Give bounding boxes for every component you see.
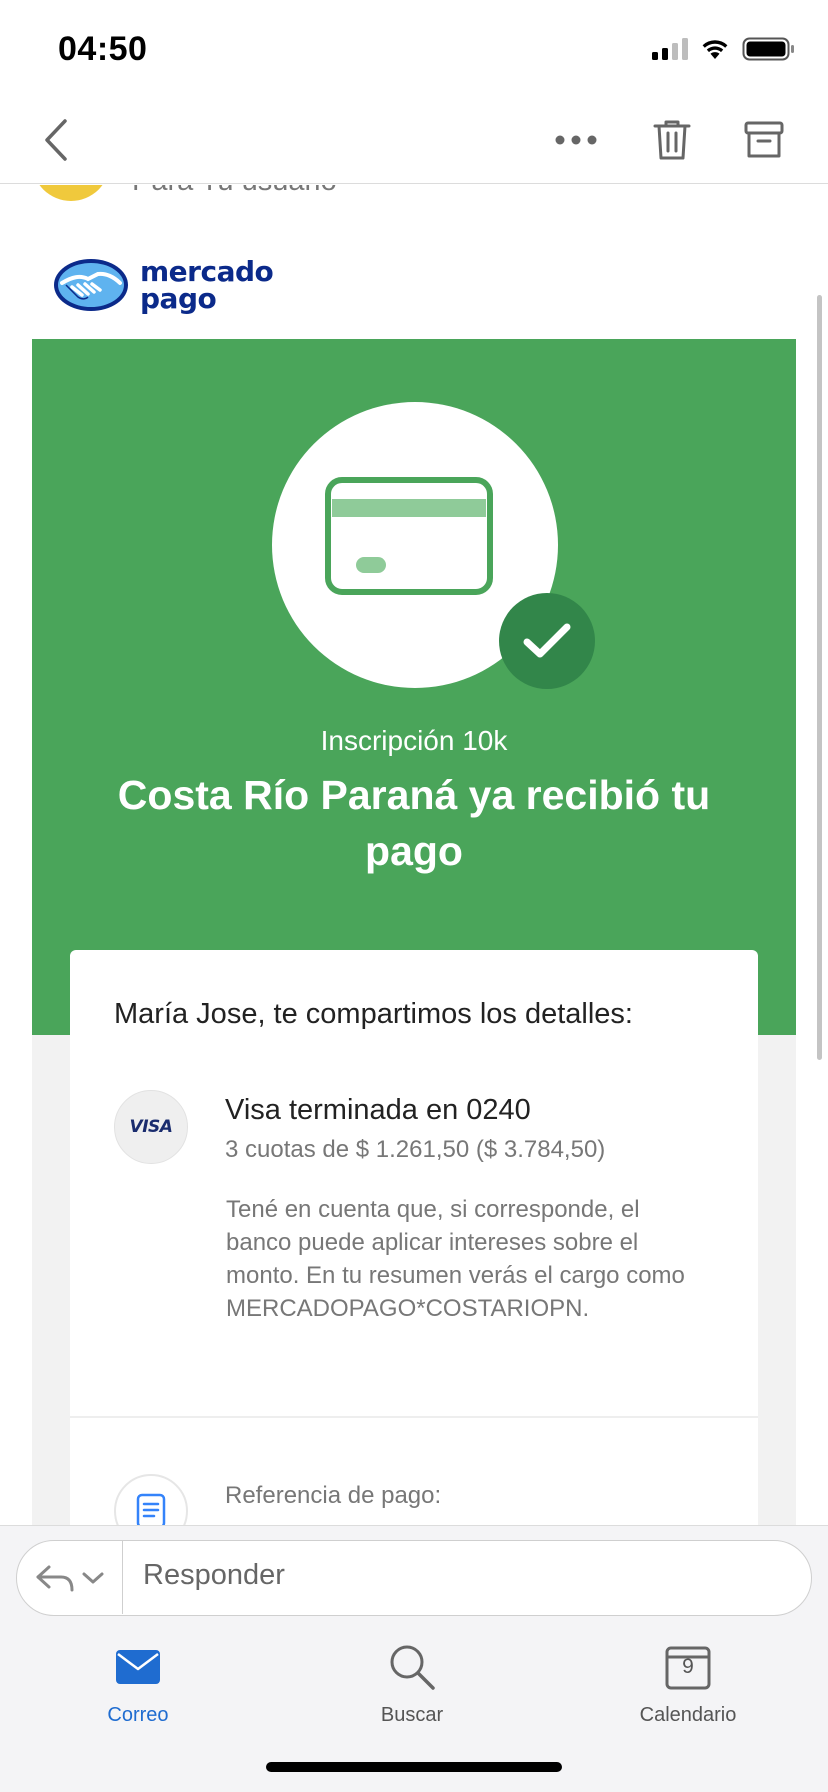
sender-avatar [32,185,110,201]
home-indicator [266,1762,562,1772]
tab-label-calendario: Calendario [639,1704,737,1726]
more-options-button[interactable] [546,110,606,170]
visa-logo-icon: VISA [114,1090,188,1164]
scrollbar[interactable] [817,295,822,1060]
interest-note: Tené en cuenta que, si corresponde, el b… [226,1196,685,1322]
tab-bar: Correo Buscar 9 Calendario [0,1638,828,1738]
reply-input[interactable]: Responder [143,1559,285,1592]
email-body[interactable]: Para Tu usuario ••• mercado pago [0,185,828,1525]
sender-row[interactable]: Para Tu usuario ••• [0,185,828,209]
message-more-icon[interactable]: ••• [755,185,790,195]
archive-icon [744,121,784,158]
chevron-down-icon [82,1572,103,1583]
tab-correo[interactable]: Correo [48,1638,228,1738]
status-bar: 04:50 [0,0,828,96]
more-icon [555,135,597,145]
reply-bar[interactable]: Responder [16,1540,812,1616]
battery-icon [742,37,794,61]
card-last-digits: Visa terminada en 0240 [225,1094,531,1126]
handshake-logo-icon [54,259,128,311]
bottom-bar: Responder Correo Buscar 9 Calendario [0,1525,828,1792]
divider [70,1416,758,1418]
tab-label-buscar: Buscar [380,1704,444,1726]
details-greeting: María Jose, te compartimos los detalles: [114,998,633,1030]
hero-title: Costa Río Paraná ya recibió tu pago [117,772,711,874]
mercado-pago-logo: mercado pago [52,255,274,315]
payment-hero: Inscripción 10k Costa Río Paraná ya reci… [32,339,796,1035]
archive-button[interactable] [734,110,794,170]
wifi-icon [702,40,728,59]
delete-button[interactable] [642,110,702,170]
calendar-day: 9 [682,1655,694,1678]
trash-icon [653,120,691,160]
hero-subtitle: Inscripción 10k [320,725,508,756]
search-icon [390,1645,435,1690]
document-icon [136,1493,166,1525]
brand-line-1: mercado [140,255,274,288]
chevron-left-icon [45,119,67,161]
back-button[interactable] [26,110,86,170]
installments-text: 3 cuotas de $ 1.261,50 ($ 3.784,50) [225,1136,606,1163]
checkmark-icon [523,623,571,658]
status-time: 04:50 [58,30,148,68]
reply-icon [36,1565,73,1591]
brand-line-2: pago [140,282,217,315]
tab-label-correo: Correo [107,1704,169,1726]
tab-calendario[interactable]: 9 Calendario [598,1638,778,1738]
mail-icon [116,1650,160,1684]
reply-options-button[interactable] [17,1541,123,1614]
payment-reference-label: Referencia de pago: [225,1482,442,1509]
recipient-line: Para Tu usuario [132,185,337,198]
cellular-signal-icon [652,38,688,60]
reference-icon [114,1474,188,1525]
payment-details-card: María Jose, te compartimos los detalles:… [70,950,758,1525]
mail-toolbar [0,96,828,184]
success-check-badge [499,593,595,689]
tab-buscar[interactable]: Buscar [322,1638,502,1738]
status-icons [652,36,796,62]
